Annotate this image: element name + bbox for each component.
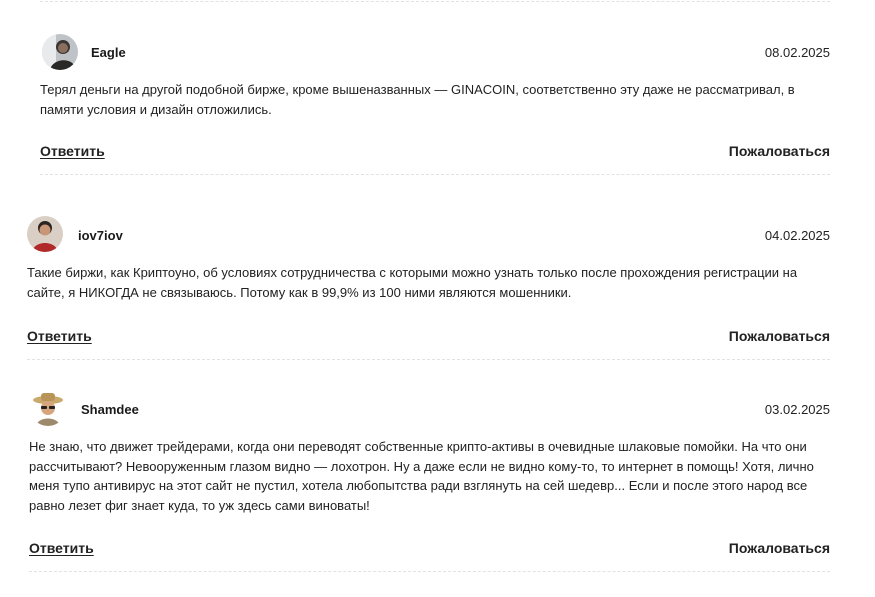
comment-divider [40, 1, 830, 2]
comment-text: Такие биржи, как Криптоуно, об условиях … [27, 265, 798, 300]
report-link[interactable]: Пожаловаться [729, 328, 830, 344]
comment-text: Терял деньги на другой подобной бирже, к… [40, 82, 795, 117]
reply-link[interactable]: Ответить [27, 328, 92, 344]
comment-divider [40, 174, 830, 175]
avatar [30, 390, 66, 426]
comment-date: 08.02.2025 [764, 45, 830, 60]
comment-date: 04.02.2025 [764, 228, 830, 243]
comment-text: Не знаю, что движет трейдерами, когда он… [29, 439, 814, 513]
comment-author: Eagle [91, 45, 126, 60]
reply-link[interactable]: Ответить [29, 540, 94, 556]
report-link[interactable]: Пожаловаться [729, 143, 830, 159]
user-avatar-icon [30, 390, 66, 426]
comment-author: iov7iov [78, 228, 123, 243]
avatar [27, 216, 63, 252]
avatar [42, 34, 78, 70]
comment-date: 03.02.2025 [764, 402, 830, 417]
user-avatar-icon [27, 216, 63, 252]
comment-divider [29, 571, 830, 572]
reply-link[interactable]: Ответить [40, 143, 105, 159]
user-avatar-icon [42, 34, 78, 70]
comment-divider [27, 359, 830, 360]
comment-author: Shamdee [81, 402, 139, 417]
report-link[interactable]: Пожаловаться [729, 540, 830, 556]
